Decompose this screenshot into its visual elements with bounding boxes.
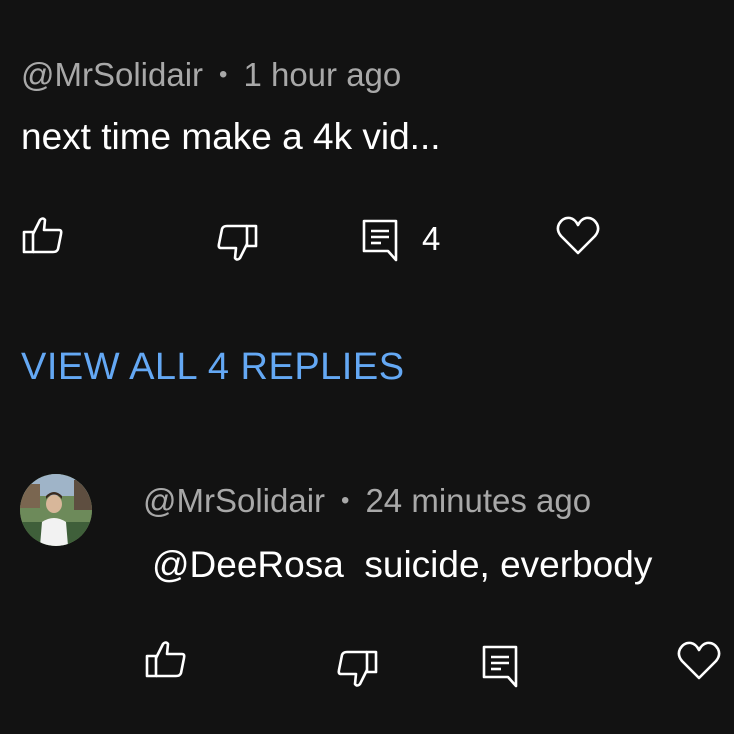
thumbs-down-icon[interactable] bbox=[216, 224, 258, 262]
heart-icon[interactable] bbox=[556, 216, 600, 256]
thumbs-down-icon[interactable] bbox=[336, 650, 378, 688]
view-all-replies-link[interactable]: VIEW ALL 4 REPLIES bbox=[21, 346, 405, 389]
thumbs-up-icon[interactable] bbox=[145, 640, 187, 678]
heart-icon[interactable] bbox=[677, 641, 721, 681]
reply-body: suicide, everbody bbox=[364, 544, 653, 585]
reply-icon[interactable] bbox=[361, 218, 399, 262]
reply-author[interactable]: @MrSolidair bbox=[143, 482, 325, 520]
comment-author[interactable]: @MrSolidair bbox=[21, 56, 203, 94]
avatar[interactable] bbox=[20, 474, 92, 546]
reply-mention[interactable]: @DeeRosa bbox=[152, 544, 344, 585]
reply-time: 24 minutes ago bbox=[365, 482, 592, 519]
reply-text: @DeeRosa suicide, everbody bbox=[152, 544, 652, 586]
comment-text: next time make a 4k vid... bbox=[21, 116, 441, 157]
reply-count: 4 bbox=[422, 220, 441, 257]
meta-separator: • bbox=[341, 487, 350, 514]
reply-meta: @MrSolidair • 24 minutes ago bbox=[143, 482, 591, 520]
meta-separator: • bbox=[219, 61, 228, 88]
comment-meta: @MrSolidair • 1 hour ago bbox=[21, 56, 401, 94]
reply-icon[interactable] bbox=[481, 644, 519, 688]
comment-time: 1 hour ago bbox=[243, 56, 402, 93]
thumbs-up-icon[interactable] bbox=[22, 216, 64, 254]
